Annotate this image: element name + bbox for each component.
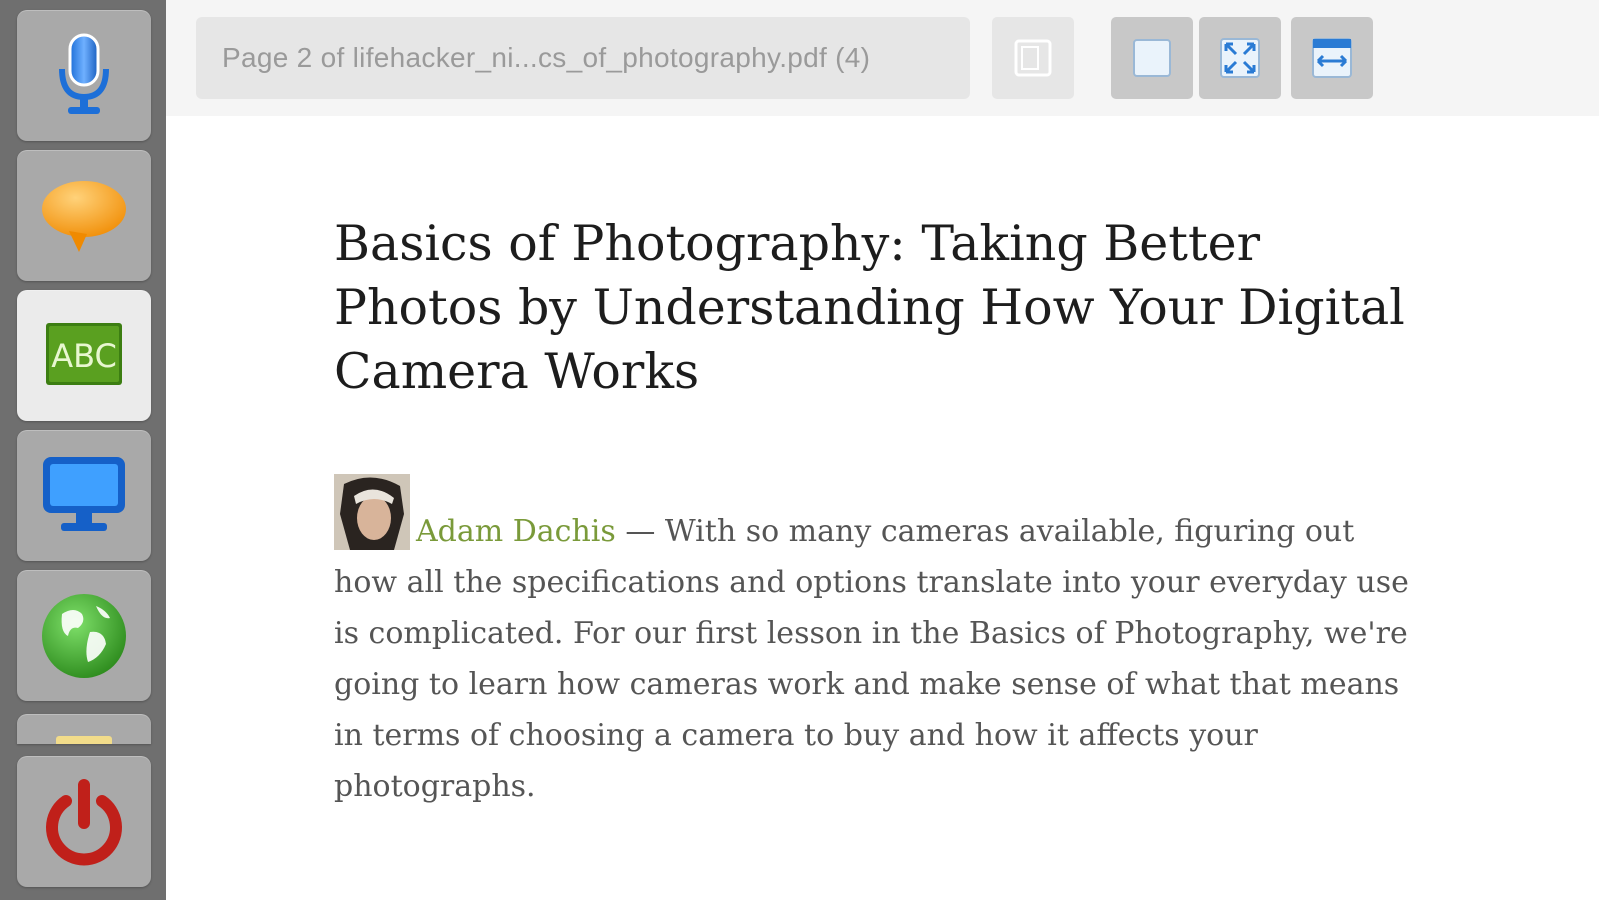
hidden-launcher-button[interactable] [17,714,151,744]
monitor-button[interactable] [17,430,151,561]
document-page: Basics of Photography: Taking Better Pho… [166,116,1599,900]
globe-button[interactable] [17,570,151,701]
speech-button[interactable] [17,150,151,281]
article-title: Basics of Photography: Taking Better Pho… [334,215,1405,400]
abc-icon: ABC [46,322,122,385]
speech-bubble-icon [42,180,126,252]
launcher-sidebar: ABC [0,0,166,900]
folder-icon [56,736,112,744]
single-page-icon [1133,39,1171,77]
abc-label: ABC [51,337,117,375]
fullscreen-icon [1220,38,1260,78]
document-title-field: Page 2 of lifehacker_ni...cs_of_photogra… [196,17,970,99]
author-link[interactable]: Adam Dachis [416,514,616,549]
viewer-toolbar: Page 2 of lifehacker_ni...cs_of_photogra… [166,0,1599,116]
abc-button[interactable]: ABC [17,290,151,421]
fit-width-icon [1312,38,1352,78]
power-button[interactable] [17,756,151,887]
page-view-button[interactable] [992,17,1074,99]
article-intro-text: With so many cameras available, figuring… [334,514,1409,804]
fit-width-button[interactable] [1291,17,1373,99]
page-view-icon [1014,39,1052,77]
microphone-icon [59,33,109,114]
single-page-button[interactable] [1111,17,1193,99]
byline-separator: — [615,514,665,549]
globe-icon [42,593,126,678]
microphone-button[interactable] [17,10,151,141]
fullscreen-button[interactable] [1199,17,1281,99]
article-intro: Adam Dachis — With so many cameras avail… [334,506,1414,812]
power-icon [46,778,122,865]
monitor-icon [43,456,125,531]
